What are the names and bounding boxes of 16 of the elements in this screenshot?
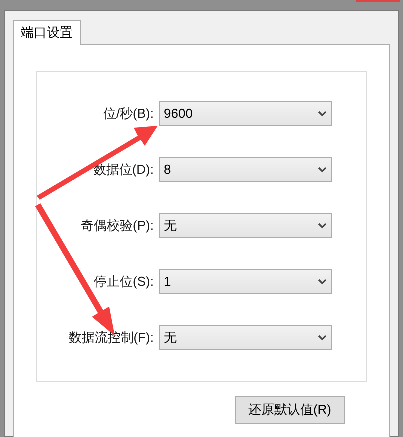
chevron-down-icon [318, 110, 327, 116]
field-label: 停止位(S): [93, 272, 155, 291]
field-label: 奇偶校验(P): [80, 216, 155, 235]
field-label: 数据流控制(F): [68, 328, 155, 347]
dropdown[interactable]: 1 [159, 269, 332, 294]
restore-defaults-button[interactable]: 还原默认值(R) [235, 396, 345, 424]
dropdown[interactable]: 无 [159, 213, 332, 238]
dropdown[interactable]: 8 [159, 157, 332, 182]
dropdown[interactable]: 9600 [159, 101, 332, 126]
chevron-down-icon [318, 334, 327, 340]
chevron-down-icon [318, 166, 327, 172]
field-label: 位/秒(B): [102, 104, 155, 123]
tab[interactable]: 端口设置 [13, 20, 81, 45]
chevron-down-icon [318, 222, 327, 228]
dropdown[interactable]: 无 [159, 325, 332, 350]
chevron-down-icon [318, 278, 327, 284]
